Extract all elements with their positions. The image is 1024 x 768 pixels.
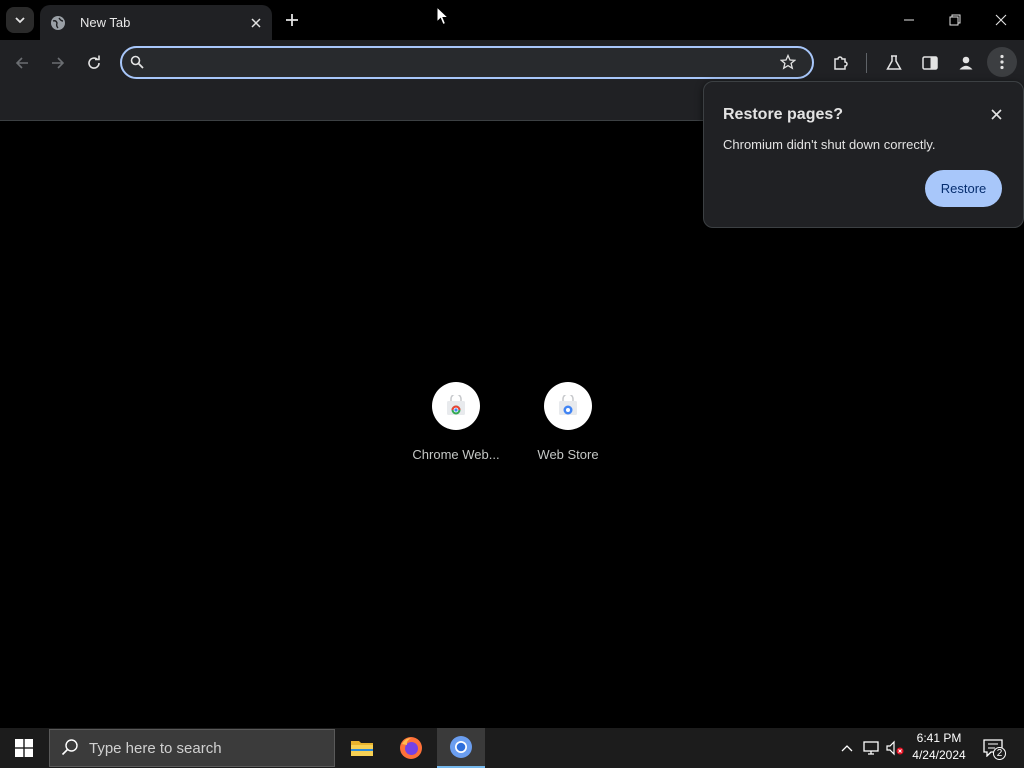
reload-icon <box>88 55 100 69</box>
dialog-message: Chromium didn't shut down correctly. <box>723 137 936 152</box>
network-button[interactable] <box>861 738 881 758</box>
main-menu-button[interactable] <box>987 47 1017 77</box>
restore-window-button[interactable] <box>932 0 978 40</box>
taskbar-clock[interactable]: 6:41 PM 4/24/2024 <box>905 730 973 764</box>
search-icon <box>61 738 81 758</box>
bookmark-star-button[interactable] <box>780 54 798 72</box>
reload-button[interactable] <box>82 51 106 75</box>
restore-button[interactable]: Restore <box>925 170 1002 207</box>
volume-muted-icon <box>886 740 904 756</box>
close-icon[interactable] <box>247 14 265 32</box>
start-button[interactable] <box>0 728 48 768</box>
flask-icon <box>886 55 902 70</box>
windows-logo-icon <box>15 739 33 757</box>
shortcut-tile <box>432 382 480 430</box>
taskbar-app-chromium[interactable] <box>437 728 485 768</box>
clock-time: 6:41 PM <box>916 731 962 745</box>
arrow-right-icon <box>52 57 65 69</box>
show-hidden-icons-button[interactable] <box>837 738 857 758</box>
shortcut-web-store[interactable]: Web Store <box>518 382 618 462</box>
forward-button[interactable] <box>46 51 70 75</box>
side-panel-button[interactable] <box>918 51 942 75</box>
clock-date: 4/24/2024 <box>912 748 966 762</box>
minimize-icon <box>904 19 914 21</box>
taskbar-app-file-explorer[interactable] <box>338 728 386 768</box>
tab-strip: New Tab <box>0 0 1024 40</box>
dialog-title: Restore pages? <box>723 106 844 123</box>
network-icon <box>863 741 879 755</box>
firefox-icon <box>400 737 422 759</box>
action-center-button[interactable]: 2 <box>980 736 1006 760</box>
shortcut-tile <box>544 382 592 430</box>
labs-button[interactable] <box>882 51 906 75</box>
web-store-icon <box>559 395 577 415</box>
close-icon <box>995 14 1007 26</box>
notification-count-badge: 2 <box>993 747 1006 760</box>
close-icon <box>990 108 1002 120</box>
taskbar-search-box[interactable]: Type here to search <box>49 729 335 767</box>
star-icon <box>780 54 796 70</box>
restore-pages-dialog: Restore pages? Chromium didn't shut down… <box>703 81 1024 228</box>
profile-button[interactable] <box>954 51 978 75</box>
new-tab-button[interactable] <box>281 9 303 31</box>
shortcut-chrome-web-store[interactable]: Chrome Web... <box>406 382 506 462</box>
taskbar: Type here to search 6:41 PM 4/24/2024 2 <box>0 728 1024 768</box>
restore-window-icon <box>949 14 961 26</box>
back-button[interactable] <box>10 51 34 75</box>
chevron-down-icon <box>15 17 25 24</box>
address-bar[interactable] <box>120 46 814 79</box>
kebab-menu-icon <box>1000 54 1004 70</box>
chrome-web-store-icon <box>447 395 465 415</box>
tab-new-tab[interactable]: New Tab <box>40 5 272 40</box>
extensions-button[interactable] <box>829 51 853 75</box>
shortcut-label: Web Store <box>537 447 599 462</box>
search-icon <box>130 55 146 71</box>
volume-button[interactable] <box>885 738 905 758</box>
plus-icon <box>286 14 298 26</box>
folder-icon <box>351 741 373 756</box>
mouse-cursor-icon <box>436 6 450 26</box>
side-panel-icon <box>922 56 938 70</box>
person-icon <box>959 56 973 70</box>
arrow-left-icon <box>15 57 28 69</box>
close-window-button[interactable] <box>978 0 1024 40</box>
chevron-up-icon <box>841 745 853 752</box>
taskbar-app-firefox[interactable] <box>387 728 435 768</box>
toolbar-separator <box>866 53 867 73</box>
chromium-icon <box>450 736 472 758</box>
shortcut-label: Chrome Web... <box>412 447 500 462</box>
minimize-button[interactable] <box>886 0 932 40</box>
window-controls <box>886 0 1024 40</box>
search-placeholder: Type here to search <box>89 739 222 757</box>
dialog-close-button[interactable] <box>987 105 1005 123</box>
tab-title: New Tab <box>80 15 131 30</box>
tab-search-button[interactable] <box>6 7 34 33</box>
puzzle-icon <box>834 56 848 70</box>
globe-icon <box>50 15 66 31</box>
